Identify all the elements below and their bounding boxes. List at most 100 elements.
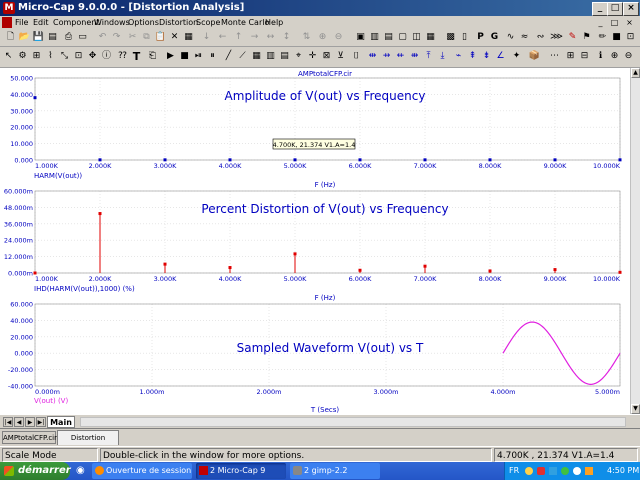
close-button[interactable]: × [623,2,639,16]
mirror-icon[interactable]: ⇅ [300,31,313,44]
left-peak-icon[interactable]: ⇹ [366,50,379,63]
flag-icon[interactable]: ⚑ [580,31,593,44]
table-icon[interactable]: ▦ [250,50,263,63]
peak-icon[interactable]: ⊻ [334,50,347,63]
plot-canvas[interactable]: AMPtotalCFP.cir 50.000 40.000 30.000 20.000… [0,68,630,414]
tray-icon-4[interactable] [561,467,569,475]
tab-circuit[interactable]: AMPtotalCFP.cir [2,431,57,444]
doc-icon[interactable] [2,17,12,28]
open-file-icon[interactable]: 📂 [18,31,31,44]
info-icon[interactable]: ⊡ [624,31,637,44]
stop-icon[interactable]: ■ [178,50,191,63]
move-icon[interactable]: ✥ [86,50,99,63]
task-gimp[interactable]: 2 gimp-2.2 [290,463,380,479]
horizontal-scrollbar[interactable] [80,417,626,427]
scroll-up-icon[interactable]: ▲ [631,68,640,78]
tray-icon-5[interactable] [573,467,581,475]
layout-6-icon[interactable]: ▦ [424,31,437,44]
print-preview-icon[interactable]: ▭ [76,31,89,44]
layout-1-icon[interactable]: ▣ [354,31,367,44]
wave-4-icon[interactable]: ⋙ [550,31,563,44]
zoom-region-icon[interactable]: ⊕ [316,31,329,44]
high-icon[interactable]: ⤒ [422,50,435,63]
tray-icon-2[interactable] [537,467,545,475]
rotate-icon[interactable]: ↔ [264,31,277,44]
quicklaunch-icon[interactable]: ◉ [76,464,86,477]
crosshair-icon[interactable]: ✛ [306,50,319,63]
save-icon[interactable]: 💾 [32,31,45,44]
package-icon[interactable]: 📦 [528,50,541,63]
fit-icon[interactable]: ⊠ [320,50,333,63]
info-mode-icon[interactable]: ⓘ [100,50,113,63]
menu-help[interactable]: Help [265,16,283,29]
tray-icon-3[interactable] [549,467,557,475]
language-indicator[interactable]: FR [509,462,519,480]
vertical-scrollbar[interactable]: ▲ ▼ [630,68,640,414]
zoom-out-icon[interactable]: ⊖ [622,50,635,63]
zoom-box-icon[interactable]: ⊡ [72,50,85,63]
paste-icon[interactable]: 📋 [154,31,167,44]
pencil-icon[interactable]: ✏ [596,31,609,44]
sheet-tab-main[interactable]: Main [47,416,75,428]
wave-1-icon[interactable]: ∿ [504,31,517,44]
doc-minimize-button[interactable]: _ [594,16,607,29]
text-size-icon[interactable]: ℹ [594,50,607,63]
minimize-button[interactable]: _ [592,2,608,16]
help-mode-icon[interactable]: ⁇ [116,50,129,63]
bezier-icon[interactable]: ⌇ [44,50,57,63]
menu-windows[interactable]: Windows [94,16,130,29]
save-all-icon[interactable]: ▤ [46,31,59,44]
wave-3-icon[interactable]: ∾ [534,31,547,44]
menu-component[interactable]: Component [53,16,99,29]
tokens-icon[interactable]: ⊞ [564,50,577,63]
select-all-icon[interactable]: ▦ [182,31,195,44]
undo-icon[interactable]: ↶ [96,31,109,44]
task-microcap[interactable]: 2 Micro-Cap 9 [196,463,286,479]
new-file-icon[interactable]: 🗋 [4,31,17,44]
diagonal-tool-icon[interactable]: ⟋ [236,50,249,63]
global-high-icon[interactable]: ⇞ [466,50,479,63]
prev-sheet-icon[interactable]: ◀ [14,417,24,427]
print-icon[interactable]: ⎙ [62,31,75,44]
layout-5-icon[interactable]: ◫ [410,31,423,44]
data-points-icon[interactable]: ⋯ [548,50,561,63]
select-mode-icon[interactable]: ↖ [2,50,15,63]
line-tool-icon[interactable]: ╱ [222,50,235,63]
wave-2-icon[interactable]: ≈ [518,31,531,44]
wire-mode-icon[interactable]: ⊞ [30,50,43,63]
bars-icon[interactable]: ▥ [264,50,277,63]
doc-maximize-button[interactable]: □ [608,16,621,29]
scroll-down-icon[interactable]: ▼ [631,404,640,414]
right-valley-icon[interactable]: ⇻ [408,50,421,63]
left-valley-icon[interactable]: ⇷ [394,50,407,63]
low-icon[interactable]: ⤓ [436,50,449,63]
tray-icon-1[interactable] [525,467,533,475]
global-low-icon[interactable]: ⇟ [480,50,493,63]
cursor-icon[interactable]: ⌖ [292,50,305,63]
text-icon[interactable]: ▯ [458,31,471,44]
point-tag-icon[interactable]: ✦ [510,50,523,63]
flip-icon[interactable]: ↕ [280,31,293,44]
step-icon[interactable]: ⏯ [192,50,205,63]
right-arrow-icon[interactable]: → [248,31,261,44]
title-icon[interactable]: ⎗ [146,50,159,63]
up-arrow-icon[interactable]: ↑ [232,31,245,44]
task-session[interactable]: Ouverture de session... [92,463,192,479]
pause-icon[interactable]: ⏸ [206,50,219,63]
g-icon[interactable]: G [488,31,501,44]
redo-icon[interactable]: ↷ [110,31,123,44]
inflection-icon[interactable]: ⌁ [452,50,465,63]
ruler-2-icon[interactable]: ⊟ [578,50,591,63]
grid-icon[interactable]: ▩ [444,31,457,44]
right-peak-icon[interactable]: ⇸ [380,50,393,63]
layout-2-icon[interactable]: ▥ [368,31,381,44]
down-arrow-icon[interactable]: ↓ [200,31,213,44]
tray-icon-6[interactable] [585,467,593,475]
run-icon[interactable]: ▶ [164,50,177,63]
text-mode-icon[interactable]: T [130,50,143,63]
zoom-out-region-icon[interactable]: ⊖ [332,31,345,44]
next-sheet-icon[interactable]: ▶ [25,417,35,427]
last-sheet-icon[interactable]: ▶| [36,417,46,427]
delete-icon[interactable]: ✕ [168,31,181,44]
marker-icon[interactable]: ✎ [566,31,579,44]
